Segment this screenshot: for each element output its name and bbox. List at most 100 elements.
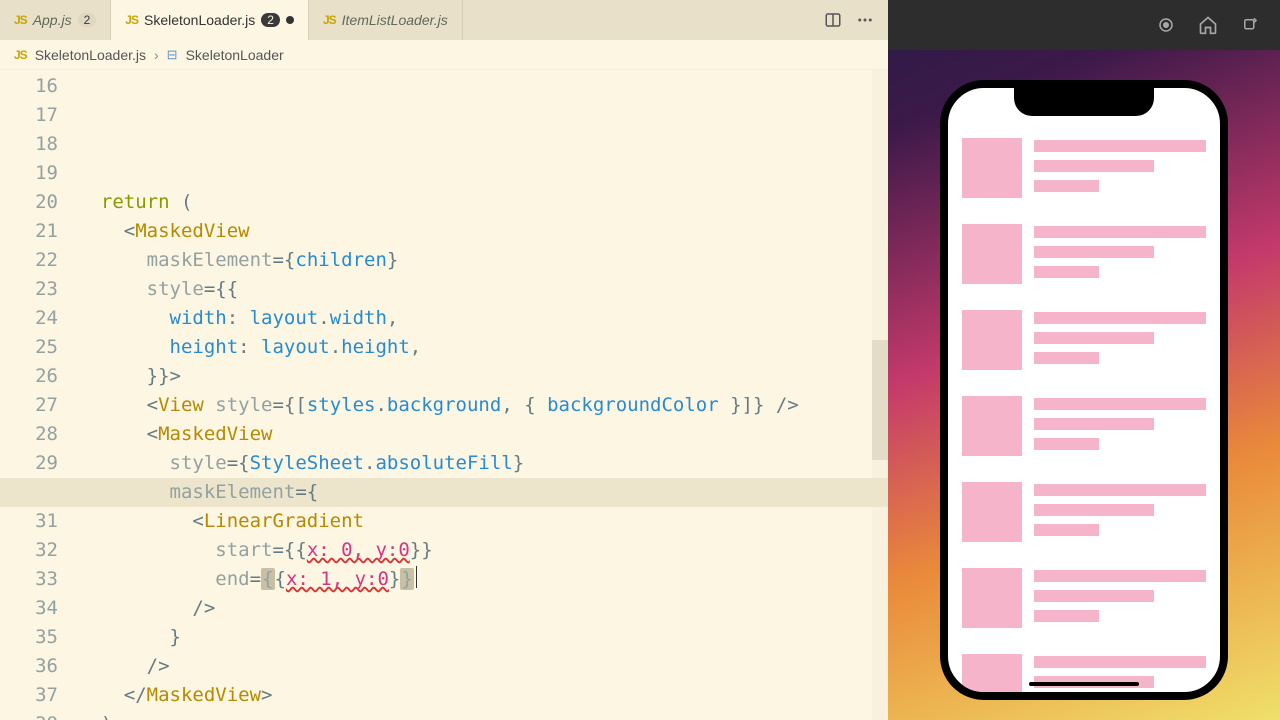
code-line[interactable]: <View style={[styles.background, { backg… [78,391,888,420]
line-number: 28 [0,420,58,449]
code-content[interactable]: return ( <MaskedView maskElement={childr… [78,70,888,720]
line-number: 23 [0,275,58,304]
skeleton-thumbnail [962,482,1022,542]
rotate-icon[interactable] [1240,15,1260,35]
skeleton-loader-preview [948,128,1220,692]
line-number: 20 [0,188,58,217]
minimap-scrollbar[interactable] [872,70,888,720]
line-number: 34 [0,594,58,623]
skeleton-row [962,568,1206,628]
code-line[interactable]: end={{x: 1, y:0}} [78,565,888,594]
skeleton-text-lines [1034,654,1206,692]
js-file-icon: JS [125,13,138,27]
line-number: 32 [0,536,58,565]
line-number: 37 [0,681,58,710]
line-number: 17 [0,101,58,130]
skeleton-row [962,482,1206,542]
code-line[interactable]: /> [78,594,888,623]
line-number: 31 [0,507,58,536]
screenshot-icon[interactable] [1156,15,1176,35]
code-line[interactable]: <MaskedView [78,420,888,449]
code-line[interactable]: ); [78,710,888,720]
line-number: 35 [0,623,58,652]
code-line[interactable]: start={{x: 0, y:0}} [78,536,888,565]
line-number: 22 [0,246,58,275]
skeleton-row [962,224,1206,284]
skeleton-thumbnail [962,568,1022,628]
tab-itemlistloader-js[interactable]: JS ItemListLoader.js [309,0,463,40]
js-file-icon: JS [14,48,27,62]
code-line[interactable]: height: layout.height, [78,333,888,362]
line-number: 24 [0,304,58,333]
skeleton-thumbnail [962,654,1022,692]
code-line[interactable]: maskElement={children} [78,246,888,275]
code-line[interactable]: /> [78,652,888,681]
code-editor: JS App.js 2 JS SkeletonLoader.js 2 JS ItemListL… [0,0,888,720]
skeleton-thumbnail [962,310,1022,370]
skeleton-text-lines [1034,568,1206,628]
skeleton-thumbnail [962,138,1022,198]
tab-label: ItemListLoader.js [342,12,448,28]
line-number: 27 [0,391,58,420]
code-line[interactable]: return ( [78,188,888,217]
skeleton-row [962,396,1206,456]
tab-problems-badge: 2 [261,13,280,27]
text-cursor [416,566,418,588]
code-line[interactable]: </MaskedView> [78,681,888,710]
simulator-pane [888,0,1280,720]
breadcrumb-file: SkeletonLoader.js [35,47,146,63]
skeleton-thumbnail [962,396,1022,456]
code-line[interactable]: } [78,623,888,652]
line-number: 38 [0,710,58,720]
code-line[interactable]: maskElement={ [78,478,888,507]
symbol-icon: ⊟ [167,47,178,63]
skeleton-text-lines [1034,396,1206,456]
tab-bar: JS App.js 2 JS SkeletonLoader.js 2 JS ItemListL… [0,0,888,40]
scrollbar-thumb[interactable] [872,340,888,460]
code-line[interactable]: <LinearGradient [78,507,888,536]
tab-app-js[interactable]: JS App.js 2 [0,0,111,40]
breadcrumb-symbol: SkeletonLoader [186,47,284,63]
home-icon[interactable] [1198,15,1218,35]
tab-label: App.js [33,12,72,28]
skeleton-text-lines [1034,482,1206,542]
line-number: 21 [0,217,58,246]
skeleton-text-lines [1034,310,1206,370]
line-number: 33 [0,565,58,594]
split-editor-icon[interactable] [824,11,842,29]
js-file-icon: JS [14,13,27,27]
line-number: 16 [0,72,58,101]
line-number: 36 [0,652,58,681]
code-area[interactable]: 1617181920212223242526272829303132333435… [0,70,888,720]
phone-notch [1014,86,1154,116]
skeleton-row [962,654,1206,692]
code-line[interactable] [78,159,888,188]
tab-skeletonloader-js[interactable]: JS SkeletonLoader.js 2 [111,0,309,40]
home-indicator [1029,682,1139,686]
code-line[interactable]: style={{ [78,275,888,304]
chevron-right-icon: › [154,47,159,63]
tab-label: SkeletonLoader.js [144,12,255,28]
line-number: 25 [0,333,58,362]
simulator-toolbar [888,0,1280,50]
line-number: 26 [0,362,58,391]
skeleton-thumbnail [962,224,1022,284]
skeleton-row [962,310,1206,370]
skeleton-row [962,138,1206,198]
dirty-indicator-icon [286,16,294,24]
code-line[interactable]: width: layout.width, [78,304,888,333]
line-number: 29 [0,449,58,478]
line-number-gutter: 1617181920212223242526272829303132333435… [0,70,78,720]
line-number: 18 [0,130,58,159]
skeleton-text-lines [1034,138,1206,198]
more-actions-icon[interactable] [856,11,874,29]
js-file-icon: JS [323,13,336,27]
code-line[interactable]: style={StyleSheet.absoluteFill} [78,449,888,478]
code-line[interactable]: <MaskedView [78,217,888,246]
breadcrumb[interactable]: JS SkeletonLoader.js › ⊟ SkeletonLoader [0,40,888,70]
phone-frame [940,80,1228,700]
skeleton-text-lines [1034,224,1206,284]
code-line[interactable]: }}> [78,362,888,391]
line-number: 19 [0,159,58,188]
tab-problems-badge: 2 [78,13,97,27]
